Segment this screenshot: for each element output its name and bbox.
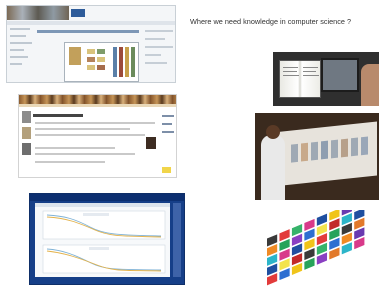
item-detail-popup (64, 42, 139, 82)
interactive-wall-photo (255, 113, 379, 200)
portal-photo (146, 137, 156, 149)
monitor (321, 58, 359, 92)
display-wall (273, 121, 377, 187)
slide: Where we need knowledge in computer scie… (0, 0, 381, 293)
data-chart-screenshot (29, 193, 185, 285)
colour-mosaic (267, 210, 365, 286)
slide-title: Where we need knowledge in computer scie… (190, 17, 352, 26)
portal-badge (162, 167, 171, 173)
app-title-bar (30, 194, 184, 201)
chart-side-panel (173, 203, 181, 277)
portal-nav-bar (19, 104, 176, 107)
left-navigation (10, 28, 34, 80)
cultural-portal-screenshot (18, 94, 177, 178)
right-sidebar (145, 30, 173, 80)
open-book (279, 60, 321, 98)
person-head (266, 125, 280, 139)
library-catalogue-screenshot (6, 5, 176, 83)
book-cover-thumbnail (69, 47, 81, 65)
site-banner-image (7, 6, 69, 20)
portal-thumbnail (22, 127, 31, 139)
portal-heading-bar (33, 114, 83, 117)
chart-panel (35, 203, 170, 277)
portal-thumbnail (22, 111, 31, 123)
person-at-wall (261, 135, 285, 200)
reader-person (361, 64, 379, 106)
reader-photo (273, 52, 379, 106)
site-menu-bar (7, 21, 175, 25)
site-logo (71, 9, 85, 17)
chart-graphic (42, 210, 166, 274)
decorative-header-strip (19, 95, 176, 104)
mosaic-photo (259, 210, 381, 292)
portal-thumbnail (22, 143, 31, 155)
content-header-bar (37, 30, 139, 33)
